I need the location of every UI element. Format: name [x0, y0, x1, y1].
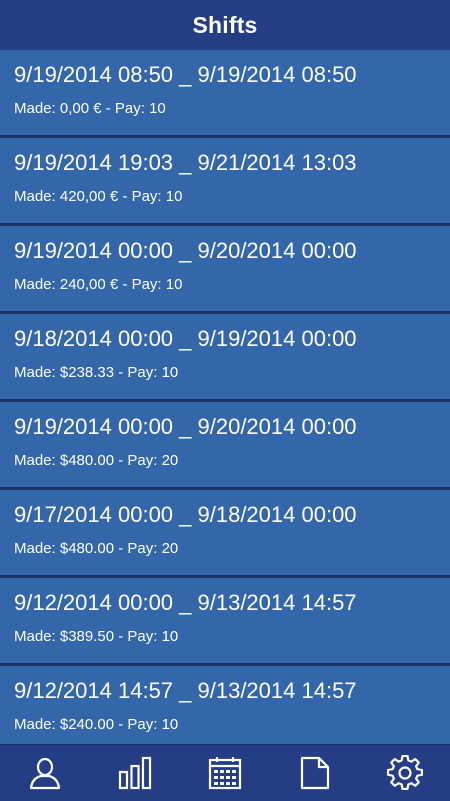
shift-row[interactable]: 9/12/2014 14:57 _ 9/13/2014 14:57 Made: …: [0, 666, 450, 744]
page-title: Shifts: [192, 11, 258, 38]
shift-row[interactable]: 9/19/2014 00:00 _ 9/20/2014 00:00 Made: …: [0, 402, 450, 490]
shift-summary: Made: $480.00 - Pay: 20: [14, 452, 179, 469]
app-header: Shifts: [0, 0, 450, 50]
nav-settings-button[interactable]: [375, 745, 435, 801]
shift-dates: 9/19/2014 19:03 _ 9/21/2014 13:03: [14, 150, 357, 175]
shift-summary: Made: 420,00 € - Pay: 10: [14, 188, 183, 205]
shift-dates: 9/17/2014 00:00 _ 9/18/2014 00:00: [14, 502, 357, 527]
shift-list[interactable]: 9/19/2014 08:50 _ 9/19/2014 08:50 Made: …: [0, 50, 450, 744]
shift-summary: Made: $389.50 - Pay: 10: [14, 628, 179, 645]
user-icon: [29, 757, 61, 790]
shift-dates: 9/19/2014 00:00 _ 9/20/2014 00:00: [14, 238, 357, 263]
shift-dates: 9/19/2014 00:00 _ 9/20/2014 00:00: [14, 414, 357, 439]
nav-calendar-button[interactable]: [195, 745, 255, 801]
shift-summary: Made: 240,00 € - Pay: 10: [14, 276, 183, 293]
shift-row[interactable]: 9/19/2014 00:00 _ 9/20/2014 00:00 Made: …: [0, 226, 450, 314]
shift-row[interactable]: 9/19/2014 19:03 _ 9/21/2014 13:03 Made: …: [0, 138, 450, 226]
shift-row[interactable]: 9/17/2014 00:00 _ 9/18/2014 00:00 Made: …: [0, 490, 450, 578]
shift-summary: Made: $480.00 - Pay: 20: [14, 540, 179, 557]
document-icon: [300, 756, 330, 790]
calendar-icon: [208, 757, 242, 790]
shift-dates: 9/18/2014 00:00 _ 9/19/2014 00:00: [14, 326, 357, 351]
shift-row[interactable]: 9/18/2014 00:00 _ 9/19/2014 00:00 Made: …: [0, 314, 450, 402]
shift-dates: 9/12/2014 14:57 _ 9/13/2014 14:57: [14, 678, 357, 703]
shift-row[interactable]: 9/19/2014 08:50 _ 9/19/2014 08:50 Made: …: [0, 50, 450, 138]
nav-reports-button[interactable]: [285, 745, 345, 801]
nav-stats-button[interactable]: [105, 745, 165, 801]
shift-summary: Made: $240.00 - Pay: 10: [14, 716, 179, 733]
shift-dates: 9/12/2014 00:00 _ 9/13/2014 14:57: [14, 590, 357, 615]
shift-summary: Made: 0,00 € - Pay: 10: [14, 100, 166, 117]
shift-summary: Made: $238.33 - Pay: 10: [14, 364, 179, 381]
gear-icon: [387, 755, 423, 790]
shift-dates: 9/19/2014 08:50 _ 9/19/2014 08:50: [14, 62, 357, 87]
shift-row[interactable]: 9/12/2014 00:00 _ 9/13/2014 14:57 Made: …: [0, 578, 450, 666]
bottom-nav: [0, 744, 450, 801]
bar-chart-icon: [118, 756, 152, 790]
nav-profile-button[interactable]: [15, 745, 75, 801]
